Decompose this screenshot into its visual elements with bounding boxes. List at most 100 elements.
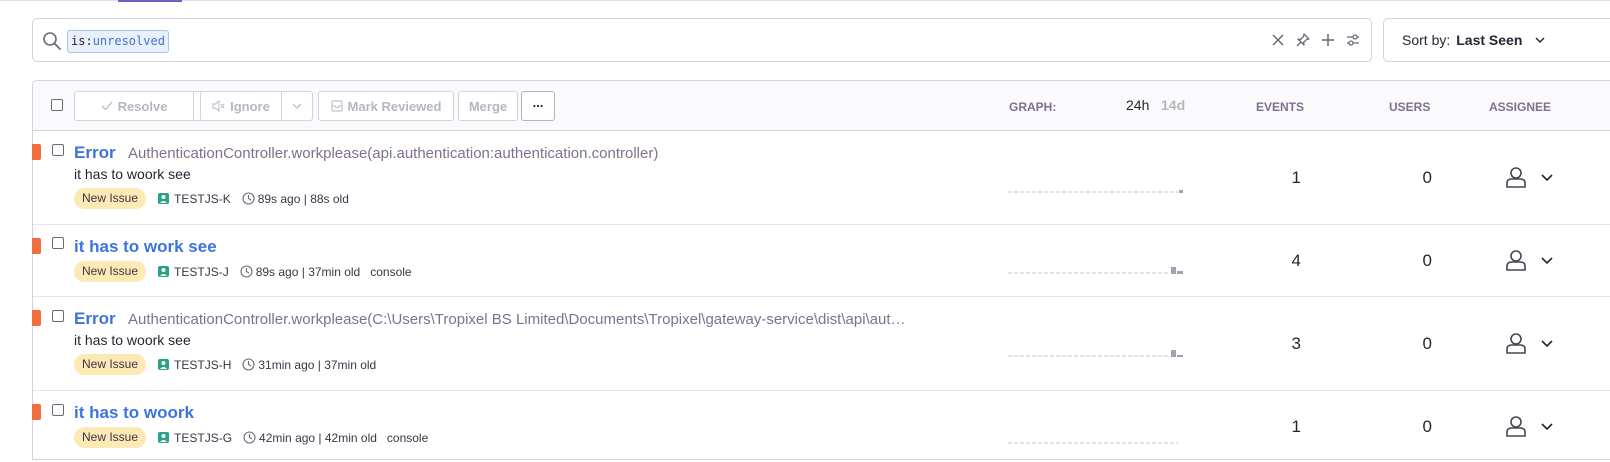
search-token[interactable]: is:unresolved	[67, 30, 169, 53]
issue-checkbox[interactable]	[52, 404, 64, 416]
top-divider	[0, 0, 1610, 1]
more-actions-button[interactable]: ...	[521, 91, 555, 121]
new-issue-badge: New Issue	[74, 261, 147, 282]
assignee-user-icon[interactable]	[1504, 414, 1528, 438]
chevron-down-icon	[292, 103, 302, 110]
issue-short-id[interactable]: TESTJS-K	[174, 192, 231, 206]
issue-short-id[interactable]: TESTJS-G	[174, 431, 232, 445]
issue-short-id[interactable]: TESTJS-J	[174, 265, 229, 279]
mute-icon	[212, 100, 225, 112]
merge-button[interactable]: Merge	[458, 91, 518, 121]
issue-sparkline	[1008, 190, 1183, 193]
level-indicator	[32, 310, 41, 326]
inbox-icon	[330, 100, 343, 112]
chevron-down-icon	[1535, 37, 1545, 44]
add-search-icon[interactable]	[1320, 32, 1336, 48]
event-count: 3	[1291, 334, 1301, 353]
issue-message: it has to woork see	[74, 332, 191, 348]
issue-message: it has to woork see	[74, 166, 191, 182]
chevron-down-icon[interactable]	[1540, 336, 1554, 350]
resolve-button[interactable]: Resolve	[74, 91, 194, 121]
issue-title[interactable]: Error	[74, 143, 116, 163]
merge-label: Merge	[468, 98, 508, 114]
clock-icon	[242, 192, 255, 205]
events-column-header[interactable]: EVENTS	[1256, 100, 1304, 114]
issue-checkbox[interactable]	[52, 237, 64, 249]
level-indicator	[32, 238, 41, 254]
check-icon	[101, 101, 113, 111]
more-actions-label: ...	[532, 94, 544, 110]
filter-settings-icon[interactable]	[1345, 32, 1361, 48]
issue-row[interactable]: Error AuthenticationController.workpleas…	[32, 297, 1610, 391]
ignore-button[interactable]: Ignore	[200, 91, 282, 121]
sort-value: Last Seen	[1456, 32, 1523, 48]
users-column-header[interactable]: USERS	[1389, 100, 1430, 114]
issue-short-id[interactable]: TESTJS-H	[174, 358, 231, 372]
issue-title[interactable]: Error	[74, 309, 116, 329]
project-icon	[158, 432, 170, 443]
user-count: 0	[1422, 417, 1432, 436]
ignore-options-button[interactable]	[281, 91, 313, 121]
user-count: 0	[1422, 334, 1432, 353]
issue-row[interactable]: Error AuthenticationController.workpleas…	[32, 131, 1610, 225]
issue-times: 89s ago | 37min old	[255, 264, 361, 279]
user-count: 0	[1422, 168, 1432, 187]
pin-search-icon[interactable]	[1295, 32, 1311, 48]
issue-culprit: AuthenticationController.workplease(C:\U…	[128, 311, 906, 328]
issue-title[interactable]: it has to work see	[74, 237, 217, 257]
level-indicator	[32, 144, 41, 160]
assignee-column-header: ASSIGNEE	[1489, 100, 1552, 114]
active-tab-indicator	[118, 0, 182, 2]
ignore-label: Ignore	[230, 98, 270, 114]
issue-sparkline	[1008, 442, 1178, 444]
sort-dropdown[interactable]: Sort by: Last Seen	[1383, 18, 1610, 62]
graph-column-header: GRAPH:	[1009, 100, 1057, 114]
clock-icon	[242, 358, 255, 371]
issue-sparkline	[1008, 350, 1183, 357]
chevron-down-icon[interactable]	[1540, 170, 1554, 184]
issue-list-header: Resolve Ignore Mark Reviewed Merge ... G…	[33, 81, 1610, 131]
issue-checkbox[interactable]	[52, 310, 64, 322]
issue-list-panel: Resolve Ignore Mark Reviewed Merge ... G…	[32, 80, 1610, 460]
clock-icon	[243, 431, 256, 444]
search-token-value: unresolved	[92, 34, 165, 48]
issue-culprit: AuthenticationController.workplease(api.…	[128, 145, 659, 162]
new-issue-badge: New Issue	[74, 188, 147, 209]
issue-times: 42min ago | 42min old	[259, 430, 377, 445]
level-indicator	[32, 404, 41, 420]
select-all-checkbox[interactable]	[51, 99, 63, 111]
clock-icon	[240, 265, 253, 278]
new-issue-badge: New Issue	[74, 427, 147, 448]
resolve-label: Resolve	[117, 98, 168, 114]
issue-logger: console	[370, 264, 412, 279]
issue-sparkline	[1008, 267, 1183, 274]
issue-title[interactable]: it has to woork	[74, 403, 194, 423]
issue-row[interactable]: it has to work see New Issue TESTJS-J 89…	[32, 225, 1610, 297]
issue-times: 31min ago | 37min old	[258, 357, 377, 372]
period-24h-toggle[interactable]: 24h	[1126, 97, 1149, 113]
chevron-down-icon[interactable]	[1540, 419, 1554, 433]
event-count: 4	[1291, 251, 1301, 270]
search-token-key: is:	[71, 34, 93, 48]
issue-row[interactable]: it has to woork New Issue TESTJS-G 42min…	[32, 391, 1610, 462]
clear-search-icon[interactable]	[1270, 32, 1286, 48]
search-bar[interactable]: is:unresolved	[32, 18, 1372, 62]
project-icon	[158, 193, 170, 204]
user-count: 0	[1422, 251, 1432, 270]
mark-reviewed-label: Mark Reviewed	[347, 98, 442, 114]
project-icon	[158, 266, 170, 277]
assignee-user-icon[interactable]	[1504, 248, 1528, 272]
search-icon	[43, 32, 61, 50]
event-count: 1	[1291, 417, 1301, 436]
issue-logger: console	[386, 430, 429, 445]
mark-reviewed-button[interactable]: Mark Reviewed	[318, 91, 454, 121]
new-issue-badge: New Issue	[74, 354, 147, 375]
issue-times: 89s ago | 88s old	[257, 191, 349, 206]
sort-label: Sort by:	[1402, 32, 1451, 48]
period-14d-toggle[interactable]: 14d	[1161, 97, 1185, 113]
issue-checkbox[interactable]	[52, 144, 64, 156]
assignee-user-icon[interactable]	[1504, 165, 1528, 189]
assignee-user-icon[interactable]	[1504, 331, 1528, 355]
project-icon	[158, 359, 170, 370]
chevron-down-icon[interactable]	[1540, 253, 1554, 267]
